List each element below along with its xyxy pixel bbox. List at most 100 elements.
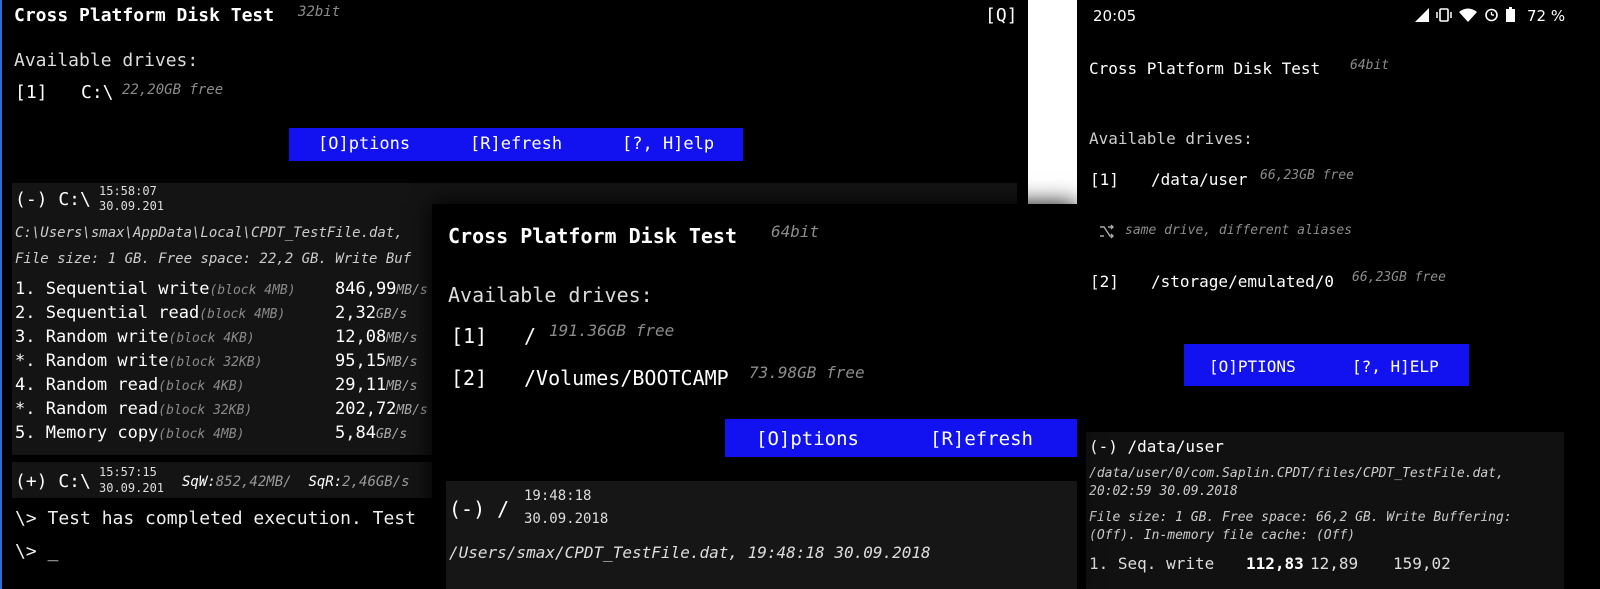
value: 12,08 (335, 327, 387, 347)
result-date: 30.09.2018 (524, 511, 609, 527)
result-date: 30.09.201 (99, 199, 165, 213)
result-marker[interactable]: (+) C:\ (15, 471, 91, 492)
battery-percent: 72 % (1527, 7, 1566, 25)
block-size: (block 4KB) (168, 331, 255, 346)
file-path: /data/user/0/com.Saplin.CPDT/files/CPDT_… (1089, 466, 1504, 481)
result-marker[interactable]: (-) / (449, 497, 509, 521)
result-row: 2. Sequential read(block 4MB) (15, 303, 285, 323)
result-row: 5. Memory copy(block 4MB) (15, 423, 244, 443)
result-marker[interactable]: (-) /data/user (1089, 437, 1224, 456)
app-title: Cross Platform Disk Test (1089, 59, 1321, 78)
drives-label: Available drives: (14, 50, 199, 71)
drive-key[interactable]: [1] (1090, 170, 1119, 189)
drive-path[interactable]: /data/user (1151, 170, 1247, 189)
unit: MB/s (396, 403, 428, 418)
menu-bar: [O]ptions [R]efresh [?, H]elp (289, 128, 743, 161)
value: 12,89 (1310, 554, 1359, 573)
block-size: (block 32KB) (158, 403, 253, 418)
result-marker[interactable]: (-) C:\ (15, 189, 91, 210)
value: 112,83 (1246, 554, 1304, 573)
result-time: 15:57:15 (99, 465, 157, 479)
test-name: 2. Sequential read (15, 303, 200, 323)
value: 29,11 (335, 375, 387, 395)
arch-label: 64bit (771, 222, 820, 241)
battery-icon (1506, 7, 1515, 22)
test-name: *. Random write (15, 351, 169, 371)
result-panel: (-) / 19:48:18 30.09.2018 /Users/smax/CP… (446, 481, 1077, 589)
test-name: 3. Random write (15, 327, 169, 347)
drive-path[interactable]: /storage/emulated/0 (1151, 272, 1334, 291)
result-time: 19:48:18 (524, 488, 592, 504)
value: 846,99 (335, 279, 397, 299)
signal-icon (1415, 7, 1429, 22)
drive-free: 191.36GB free (549, 321, 675, 340)
wifi-icon (1459, 8, 1477, 22)
result-value: 95,15MB/s (335, 351, 418, 371)
options-button[interactable]: [O]ptions (756, 428, 859, 450)
file-info: File size: 1 GB. Free space: 66,2 GB. Wr… (1089, 510, 1512, 525)
block-size: (block 4MB) (209, 283, 296, 298)
value: 159,02 (1393, 554, 1451, 573)
block-size: (block 32KB) (168, 355, 263, 370)
drive-key[interactable]: [1] (15, 82, 48, 103)
file-info: File size: 1 GB. Free space: 22,2 GB. Wr… (15, 251, 412, 267)
result-value: 12,08MB/s (335, 327, 418, 347)
drive-key[interactable]: [2] (451, 366, 487, 390)
drive-path[interactable]: /Volumes/BOOTCAMP (524, 366, 729, 390)
quit-button[interactable]: [Q] (985, 5, 1018, 26)
block-size: (block 4MB) (199, 307, 286, 322)
result-value: 2,32GB/s (335, 303, 407, 323)
drive-path[interactable]: C:\ (81, 82, 114, 103)
block-size: (block 4MB) (158, 427, 245, 442)
alarm-icon (1485, 8, 1498, 22)
arch-label: 64bit (1350, 58, 1390, 73)
drives-label: Available drives: (1089, 129, 1253, 148)
value: 2,32 (335, 303, 376, 323)
test-name: *. Random read (15, 399, 159, 419)
unit: MB/s (386, 379, 418, 394)
result-value: 29,11MB/s (335, 375, 418, 395)
status-icons (1415, 7, 1515, 22)
console-line: \> Test has completed execution. Test (15, 508, 416, 529)
result-row: 4. Random read(block 4KB) (15, 375, 244, 395)
console-prompt[interactable]: \> _ (15, 541, 58, 562)
file-time: 20:02:59 30.09.2018 (1089, 484, 1238, 499)
app-title: Cross Platform Disk Test (448, 224, 737, 248)
drive-key[interactable]: [1] (451, 324, 487, 348)
unit: MB/s (386, 355, 418, 370)
file-path: C:\Users\smax\AppData\Local\CPDT_TestFil… (15, 225, 403, 241)
result-time: 15:58:07 (99, 184, 157, 198)
unit: MB/s (396, 283, 428, 298)
sqw-label: SqW: (182, 474, 216, 490)
sqr-value: 2,46GB/s (342, 474, 410, 490)
value: 5,84 (335, 423, 376, 443)
result-row: *. Random write(block 32KB) (15, 351, 262, 371)
test-name: 1. Seq. write (1089, 554, 1215, 573)
test-name: 5. Memory copy (15, 423, 159, 443)
drive-key[interactable]: [2] (1090, 272, 1119, 291)
options-button[interactable]: [O]PTIONS (1209, 357, 1296, 376)
block-size: (block 4KB) (158, 379, 245, 394)
drive-path[interactable]: / (524, 324, 536, 348)
result-value: 202,72MB/s (335, 399, 428, 419)
status-time: 20:05 (1093, 7, 1137, 25)
unit: MB/s (386, 331, 418, 346)
options-button[interactable]: [O]ptions (318, 134, 410, 154)
sqw-value: 852,42MB/ (215, 474, 292, 490)
value: 95,15 (335, 351, 387, 371)
refresh-button[interactable]: [R]efresh (930, 428, 1033, 450)
sqr-label: SqR: (308, 474, 343, 490)
menu-bar: [O]ptions [R]efresh (725, 419, 1077, 457)
drive-free: 66,23GB free (1352, 270, 1446, 285)
value: 202,72 (335, 399, 397, 419)
drive-free: 66,23GB free (1260, 168, 1354, 183)
refresh-button[interactable]: [R]efresh (470, 134, 562, 154)
vibrate-icon (1436, 7, 1452, 22)
arch-label: 32bit (298, 4, 341, 20)
help-button[interactable]: [?, H]elp (622, 134, 714, 154)
drives-label: Available drives: (448, 283, 653, 307)
result-value: 5,84GB/s (335, 423, 407, 443)
test-name: 4. Random read (15, 375, 159, 395)
help-button[interactable]: [?, H]ELP (1352, 357, 1439, 376)
result-panel: (-) /data/user /data/user/0/com.Saplin.C… (1086, 432, 1564, 589)
